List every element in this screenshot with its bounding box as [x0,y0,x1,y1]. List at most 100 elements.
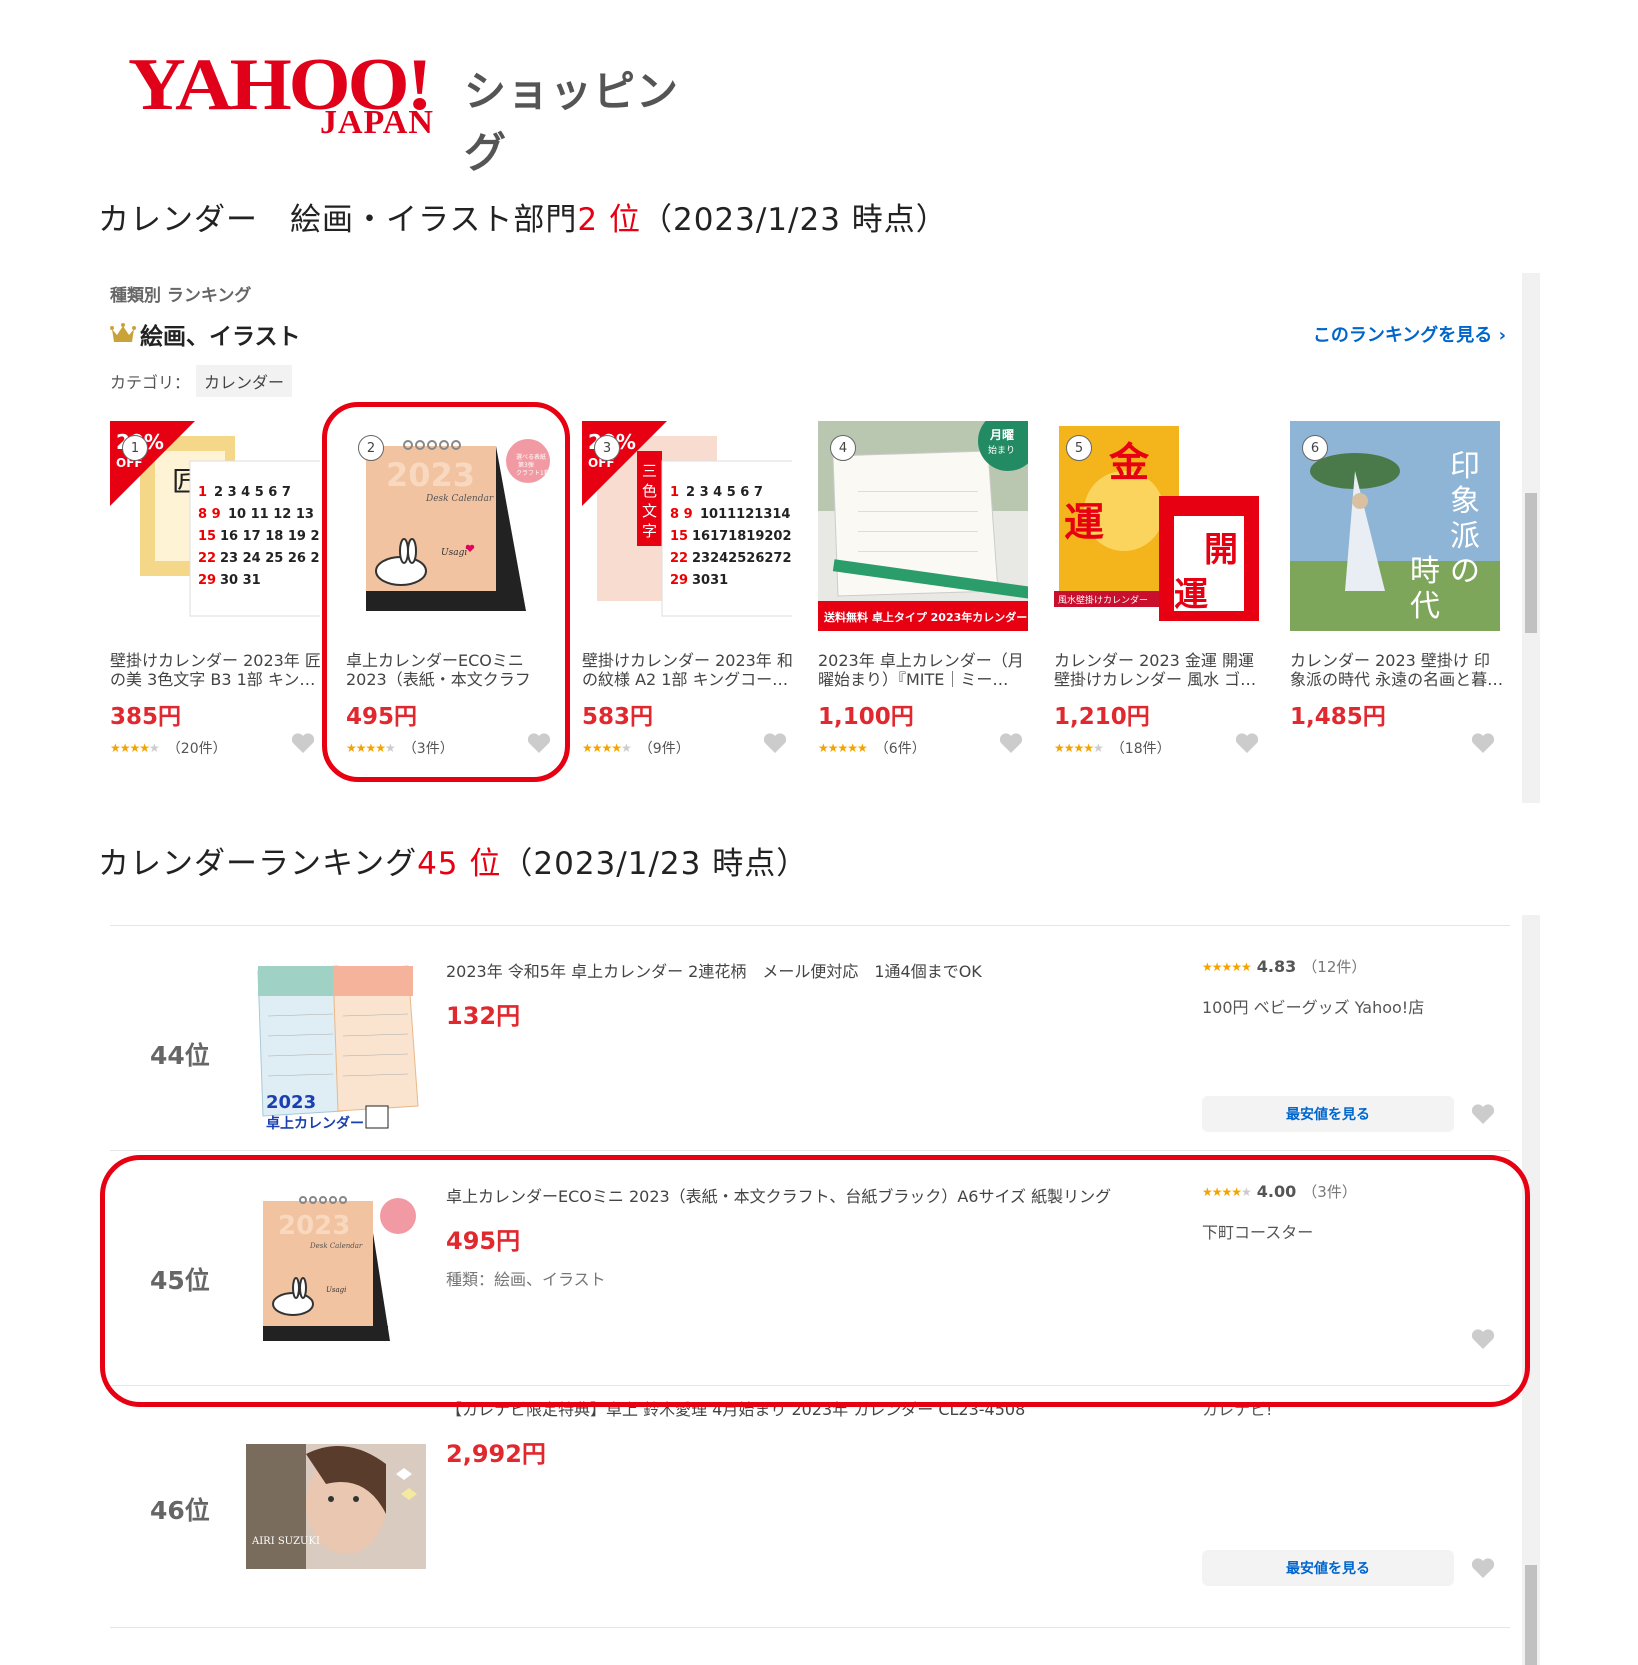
product-title[interactable]: カレンダー 2023 金運 開運 壁掛けカレンダー 風水 ゴ… [1054,651,1269,689]
product-price: 1,210円 [1054,704,1150,730]
section-heading-genre-rank: カレンダー 絵画・イラスト部門2 位（2023/1/23 時点） [98,194,948,239]
product-price: 385円 [110,704,182,730]
panel-scrollbar[interactable] [1522,273,1540,803]
svg-text:AIRI SUZUKI: AIRI SUZUKI [251,1536,320,1547]
scrollbar-thumb[interactable] [1525,493,1537,633]
genre-ranking-panel: 種類別 ランキング 絵画、イラスト このランキングを見る › カテゴリ： カレン… [98,273,1518,803]
review-count: （20件） [166,741,227,757]
ranking-card[interactable]: 月曜 始まり 送料無料 卓上タイプ 2023年カレンダー 4 2023年 卓上カ… [818,421,1054,781]
ranking-card[interactable]: 匠の美 12 3 4 5 6 7 8 910 11 12 13 14 1516 … [110,421,346,781]
rank-number: 4 [830,435,856,461]
view-cheapest-button[interactable]: 最安値を見る [1202,1550,1454,1586]
product-rating: ★★★★★ （20件） [110,738,227,758]
review-count: （18件） [1110,741,1171,757]
view-ranking-link[interactable]: このランキングを見る › [1313,321,1506,347]
svg-text:30 31: 30 31 [220,573,261,588]
view-cheapest-button[interactable]: 最安値を見る [1202,1096,1454,1132]
product-title[interactable]: 2023年 卓上カレンダー（月曜始まり）『MITE｜ミー… [818,651,1033,689]
ranking-card[interactable]: 印 象 派 の 時 代 6 カレンダー 2023 壁掛け 印象派の時代 永遠の名… [1290,421,1526,781]
svg-text:印: 印 [1450,449,1480,484]
shop-name[interactable]: 100円 ベビーグッズ Yahoo!店 [1202,994,1424,1018]
product-title[interactable]: 壁掛けカレンダー 2023年 和の紋様 A2 1部 キングコー… [582,651,797,689]
svg-text:29: 29 [670,573,688,588]
heart-icon[interactable] [1470,731,1496,755]
svg-text:8 9: 8 9 [670,507,693,522]
svg-text:15: 15 [198,529,216,544]
logo-japan-text: JAPAN [320,104,434,141]
star-rating-icon: ★★★★★ [818,741,868,755]
svg-text:文: 文 [642,502,657,520]
product-title[interactable]: 2023年 令和5年 卓上カレンダー 2連花柄 メール便対応 1通4個までOK [446,958,982,982]
svg-text:開: 開 [1204,530,1238,570]
product-title[interactable]: カレンダー 2023 壁掛け 印象派の時代 永遠の名画と暮… [1290,651,1505,689]
heart-icon[interactable] [290,731,316,755]
product-price: 2,992円 [446,1440,546,1468]
svg-text:16 17 18 19 20 21: 16 17 18 19 20 21 [220,529,320,544]
svg-text:1: 1 [670,485,679,500]
svg-text:29: 29 [198,573,216,588]
svg-text:2 3 4 5 6 7: 2 3 4 5 6 7 [686,485,763,500]
product-rating: ★★★★★ （6件） [818,738,926,758]
heart-icon[interactable] [1234,731,1260,755]
rating-value: 4.83 [1256,957,1297,976]
category-tag[interactable]: カレンダー [196,365,293,397]
rank-number: 3 [594,435,620,461]
svg-text:15: 15 [670,529,688,544]
product-image[interactable]: AIRI SUZUKI [246,1444,426,1569]
svg-text:161718192021: 161718192021 [692,529,792,544]
svg-text:運: 運 [1174,575,1208,615]
logo-shopping-text: ショッピング [464,67,680,177]
scrollbar-thumb[interactable] [1525,1565,1537,1665]
svg-text:派: 派 [1450,519,1480,554]
category-label: カテゴリ： [110,373,191,392]
genre-title: 絵画、イラスト [110,317,301,351]
svg-text:始まり: 始まり [988,444,1015,456]
svg-text:三: 三 [642,462,657,480]
heart-icon[interactable] [1470,1102,1496,1126]
highlight-rank-2-annotation [322,402,570,782]
heart-icon[interactable] [762,731,788,755]
product-price: 132円 [446,1002,521,1030]
svg-text:22: 22 [670,551,688,566]
ranking-row[interactable]: 46位 AIRI SUZUKI 【カレナビ限定特典】卓上 鈴木愛理 4月始まり … [110,1385,1510,1625]
rank-number: 2 [358,435,384,461]
svg-text:8 9: 8 9 [198,507,221,522]
product-price: 583円 [582,704,654,730]
row-rank: 44位 [150,1041,210,1070]
svg-text:22: 22 [198,551,216,566]
product-rating: ★★★★★ （9件） [582,738,690,758]
heading-rank: 2 位 [577,202,641,238]
list-divider [110,1627,1510,1628]
ranking-card[interactable]: 金 運 開 運 風水壁掛けカレンダー 5 カレンダー 2023 金運 開運 壁掛… [1054,421,1290,781]
heading-suffix: （2023/1/23 時点） [501,846,809,882]
heading-prefix: カレンダー 絵画・イラスト部門 [98,202,578,238]
heart-icon[interactable] [1470,1556,1496,1580]
svg-text:風水壁掛けカレンダー: 風水壁掛けカレンダー [1058,594,1148,606]
svg-text:色: 色 [642,482,657,500]
svg-text:代: 代 [1410,589,1440,624]
svg-text:象: 象 [1450,484,1480,519]
yahoo-shopping-logo[interactable]: YAHOO! JAPAN ショッピング [128,48,708,177]
heading-suffix: （2023/1/23 時点） [640,202,948,238]
category-filter: カテゴリ： カレンダー [110,365,293,397]
review-count: （9件） [638,741,690,757]
review-count: （6件） [874,741,926,757]
heart-icon[interactable] [998,731,1024,755]
ranking-card[interactable]: 三 色 文 字 1 2 3 4 5 6 7 8 9 1011121314 15 161… [582,421,818,781]
review-count[interactable]: （12件） [1302,956,1366,977]
rank-number: 1 [122,435,148,461]
product-rating: ★★★★★ （18件） [1054,738,1171,758]
highlight-rank-45-annotation [100,1155,1530,1407]
ranking-row[interactable]: 44位 2023 卓上カレンダー 2023年 令和5年 卓上カレンダー 2連花柄… [110,925,1510,1150]
svg-text:3031: 3031 [692,573,728,588]
svg-text:時: 時 [1410,554,1440,589]
svg-text:2023: 2023 [266,1092,316,1113]
svg-text:字: 字 [642,522,657,540]
svg-text:運: 運 [1064,499,1104,546]
star-rating-icon: ★★★★★ [582,741,632,755]
product-title[interactable]: 壁掛けカレンダー 2023年 匠の美 3色文字 B3 1部 キン… [110,651,325,689]
star-rating-icon: ★★★★★ [110,741,160,755]
product-image[interactable]: 2023 卓上カレンダー [248,956,428,1136]
svg-text:2 3 4 5 6 7: 2 3 4 5 6 7 [214,485,291,500]
heading-prefix: カレンダーランキング [98,846,418,882]
